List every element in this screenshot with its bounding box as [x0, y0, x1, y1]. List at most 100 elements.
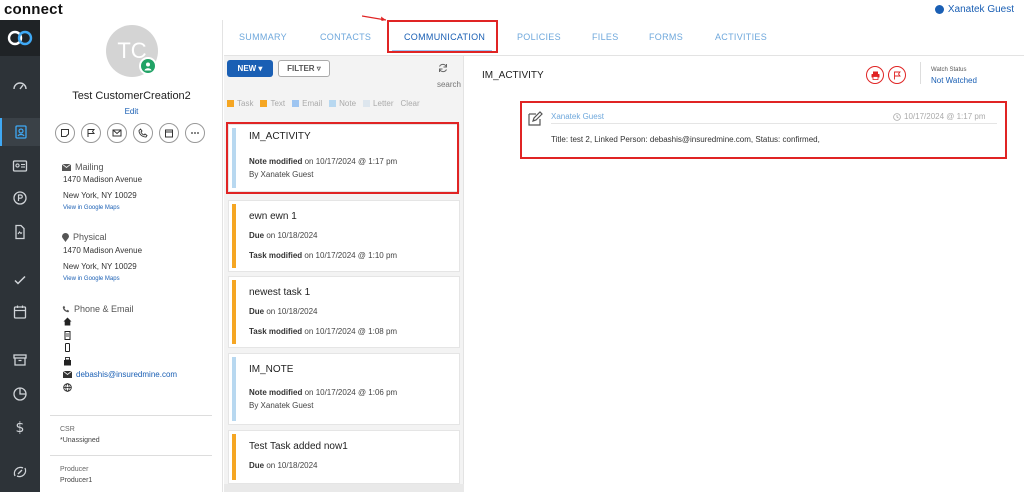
tab-policies[interactable]: POLICIES [517, 32, 561, 42]
nav-billing-dollar-icon[interactable]: $ [0, 413, 40, 441]
call-button[interactable] [133, 123, 153, 143]
nav-id-card-icon[interactable] [0, 152, 40, 180]
nav-dashboard-icon[interactable] [0, 72, 40, 100]
physical-line2: New York, NY 10029 [63, 262, 137, 271]
search-input[interactable] [227, 79, 461, 89]
divider [50, 455, 212, 456]
person-status-icon [139, 57, 157, 75]
producer-label: Producer [60, 466, 89, 473]
highlight-box-annotation [226, 122, 459, 194]
user-menu[interactable]: Xanatek Guest [934, 4, 1014, 15]
email-icon [112, 129, 122, 137]
edit-note-icon[interactable] [527, 111, 543, 127]
svg-text:$: $ [16, 420, 25, 435]
print-button[interactable] [866, 66, 884, 84]
type-color-bar [232, 357, 236, 421]
highlight-box-annotation [520, 101, 1007, 159]
mobile-phone-icon [65, 343, 70, 352]
type-color-bar [232, 434, 236, 480]
item-title: ewn ewn 1 [249, 211, 297, 222]
list-item[interactable]: Test Task added now1 Due on 10/18/2024 [228, 430, 460, 484]
more-actions-button[interactable] [185, 123, 205, 143]
item-title: Test Task added now1 [249, 441, 348, 452]
edit-profile-link[interactable]: Edit [40, 107, 223, 116]
divider [551, 123, 997, 124]
email-row: debashis@insuredmine.com [63, 370, 177, 379]
brand-logo[interactable]: connect [4, 1, 63, 18]
calendar-icon [165, 129, 173, 138]
printer-icon [871, 71, 879, 80]
csr-value: *Unassigned [60, 437, 100, 444]
tab-bar: SUMMARY CONTACTS COMMUNICATION POLICIES … [224, 15, 1024, 56]
fax-icon [64, 357, 71, 366]
tab-forms[interactable]: FORMS [649, 32, 683, 42]
item-due: Due on 10/18/2024 [249, 231, 318, 240]
nav-tasks-check-icon[interactable] [0, 266, 40, 294]
phone-icon [62, 305, 70, 313]
envelope-icon [63, 371, 72, 378]
mailing-map-link[interactable]: View in Google Maps [63, 205, 120, 211]
list-item[interactable]: newest task 1 Due on 10/18/2024 Task mod… [228, 276, 460, 348]
divider [50, 415, 212, 416]
mailing-line2: New York, NY 10029 [63, 191, 137, 200]
note-body: Title: test 2, Linked Person: debashis@i… [551, 135, 820, 144]
add-note-button[interactable] [55, 123, 75, 143]
flag-button[interactable] [888, 66, 906, 84]
list-item[interactable]: ewn ewn 1 Due on 10/18/2024 Task modifie… [228, 200, 460, 272]
type-color-bar [232, 280, 236, 344]
detail-title: IM_ACTIVITY [482, 70, 544, 81]
list-item[interactable]: IM_NOTE Note modified on 10/17/2024 @ 1:… [228, 353, 460, 425]
user-icon [934, 5, 944, 14]
tab-files[interactable]: FILES [592, 32, 619, 42]
nav-document-icon[interactable] [0, 218, 40, 246]
tab-activities[interactable]: ACTIVITIES [715, 32, 767, 42]
home-phone-icon [63, 317, 72, 326]
legend-task[interactable]: Task [227, 99, 253, 108]
nav-reports-pie-icon[interactable] [0, 380, 40, 408]
filter-button[interactable]: FILTER ▿ [278, 60, 330, 77]
tab-summary[interactable]: SUMMARY [239, 32, 287, 42]
clock-icon [893, 112, 901, 121]
new-button[interactable]: NEW ▾ [227, 60, 273, 77]
nav-calendar-icon[interactable] [0, 298, 40, 326]
nav-policy-icon[interactable] [0, 184, 40, 212]
item-author: By Xanatek Guest [249, 401, 314, 410]
note-timestamp: 10/17/2024 @ 1:17 pm [893, 112, 986, 121]
nav-sync-icon[interactable] [0, 458, 40, 486]
physical-label: Physical [73, 232, 107, 242]
legend-clear[interactable]: Clear [401, 99, 420, 108]
legend-text[interactable]: Text [260, 99, 285, 108]
csr-label: CSR [60, 426, 75, 433]
physical-line1: 1470 Madison Avenue [63, 246, 143, 255]
message-flag-icon [87, 129, 95, 137]
email-link[interactable]: debashis@insuredmine.com [76, 370, 177, 379]
nav-contacts-icon[interactable] [0, 118, 40, 146]
nav-archive-icon[interactable] [0, 346, 40, 374]
flag-icon [893, 71, 901, 79]
legend-note[interactable]: Note [329, 99, 356, 108]
add-text-button[interactable] [81, 123, 101, 143]
highlight-box-annotation [387, 20, 498, 53]
send-email-button[interactable] [107, 123, 127, 143]
type-color-bar [232, 204, 236, 268]
list-scrollbar[interactable] [224, 484, 464, 492]
legend-email[interactable]: Email [292, 99, 322, 108]
type-legend: Task Text Email Note Letter Clear [227, 99, 420, 108]
tab-contacts[interactable]: CONTACTS [320, 32, 371, 42]
envelope-icon [62, 163, 71, 171]
refresh-icon[interactable] [438, 63, 448, 73]
work-phone-icon [64, 331, 71, 340]
item-modified: Note modified on 10/17/2024 @ 1:06 pm [249, 388, 398, 397]
schedule-button[interactable] [159, 123, 179, 143]
physical-map-link[interactable]: View in Google Maps [63, 276, 120, 282]
note-author: Xanatek Guest [551, 112, 604, 121]
mailing-label: Mailing [75, 162, 104, 172]
app-logo-icon[interactable] [0, 20, 40, 56]
divider [920, 62, 921, 84]
mailing-address: 1470 Madison Avenue New York, NY 10029 [63, 172, 142, 204]
legend-letter[interactable]: Letter [363, 99, 394, 108]
mailing-line1: 1470 Madison Avenue [63, 175, 143, 184]
phone-icon [138, 128, 148, 138]
phone-email-label: Phone & Email [74, 304, 134, 314]
watch-status-toggle[interactable]: Not Watched [931, 76, 977, 85]
